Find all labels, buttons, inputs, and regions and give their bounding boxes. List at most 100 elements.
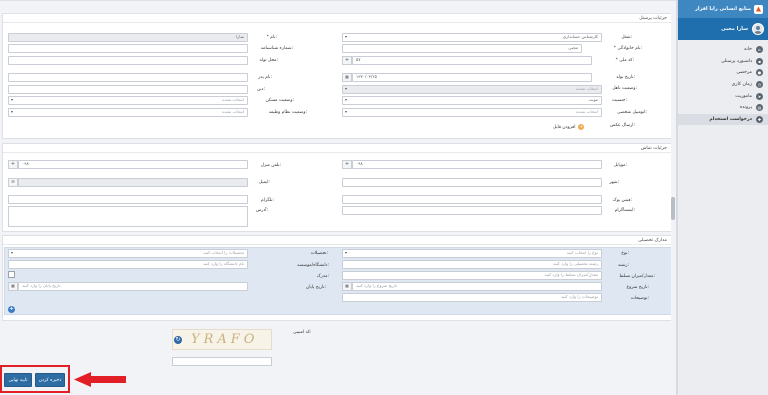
captcha-text: YRAFO: [191, 332, 259, 347]
sidebar-item-label: خانه: [744, 47, 752, 53]
birth-place-label: محل تولد:: [259, 58, 278, 63]
avatar: [752, 23, 764, 35]
end-date-label: تاریخ پایان:: [306, 285, 326, 290]
sidebar-item-worktime[interactable]: زمان کاری ◷: [678, 79, 768, 91]
type-label: نوع:: [621, 251, 629, 256]
brand-name: منابع انسانی رایا افزار: [694, 6, 751, 12]
sidebar-item-hire-request[interactable]: درخواست استخدام ✚: [678, 113, 768, 126]
captcha-input[interactable]: [172, 357, 272, 366]
sidebar-item-leave[interactable]: مرخصی ●: [678, 67, 768, 79]
panel-title: جزئیات پرسنل: [639, 16, 667, 21]
gpa-label: معدل/میزان تسلط:: [619, 274, 655, 279]
end-date-input[interactable]: تاریخ پایان را وارد کنید: [18, 282, 248, 291]
city-input[interactable]: [342, 178, 602, 187]
calendar-icon[interactable]: ▦: [8, 282, 18, 291]
type-select[interactable]: نوع را انتخاب کنید: [342, 249, 602, 258]
first-name-label: * نام:: [266, 35, 277, 40]
calendar-icon[interactable]: ▦: [342, 282, 352, 291]
birth-place-input[interactable]: [8, 56, 248, 65]
field-label: رشته:: [618, 263, 629, 268]
national-code-label: * کد ملی:: [615, 58, 634, 63]
facebook-input[interactable]: [342, 195, 602, 204]
sidebar-item-mission[interactable]: ماموریت ➤: [678, 90, 768, 102]
email-input[interactable]: [18, 178, 248, 187]
occupation-select[interactable]: کارشناس حسابداری: [342, 33, 602, 42]
marital-select[interactable]: انتخاب نشده: [342, 85, 602, 94]
sidebar-item-home[interactable]: خانه ⌂: [678, 44, 768, 56]
captcha-label: کد امنیتی:: [293, 330, 312, 335]
sidebar-item-label: زمان کاری: [731, 82, 752, 88]
photo-label: ارسال عکس:: [609, 123, 635, 128]
father-name-label: نام پدر:: [258, 75, 272, 80]
university-label: دانشگاه/موسسه:: [297, 263, 329, 268]
address-label: آدرس:: [255, 208, 268, 213]
sidebar: منابع انسانی رایا افزار سارا محبی خانه ⌂…: [677, 0, 768, 395]
user-name: سارا محبی: [721, 26, 748, 32]
scrollbar-thumb[interactable]: [671, 197, 675, 220]
captcha-image: YRAFO: [172, 329, 272, 350]
housing-label: وضعیت مسکن:: [265, 98, 294, 103]
home-icon: ⌂: [756, 46, 763, 54]
university-input[interactable]: نام دانشگاه را وارد کنید: [8, 260, 248, 269]
marital-label: وضعیت تاهل:: [612, 86, 637, 91]
religion-input[interactable]: [8, 85, 248, 94]
calendar-icon[interactable]: ▦: [342, 73, 352, 82]
mobile-plus-button[interactable]: +: [342, 160, 352, 169]
brand-header: منابع انسانی رایا افزار: [678, 0, 768, 18]
father-name-input[interactable]: [8, 73, 248, 82]
panel-title: جزئیات تماس: [640, 146, 667, 151]
last-name-input[interactable]: محبی: [342, 44, 582, 53]
gender-label: جنسیت:: [611, 98, 627, 103]
sidebar-item-dashboard[interactable]: داشبورد پرسنلی ▪: [678, 56, 768, 68]
home-phone-label: تلفن منزل:: [260, 163, 281, 168]
leave-icon: ●: [756, 69, 763, 77]
home-phone-plus-button[interactable]: +: [8, 160, 18, 169]
mobile-input[interactable]: ۰۹۸: [352, 160, 602, 169]
email-icon: ✉: [8, 178, 18, 187]
arrow-icon: [74, 372, 126, 387]
confirm-button[interactable]: تایید نهایی: [4, 373, 32, 387]
start-date-label: تاریخ شروع:: [626, 285, 649, 290]
panel-title: مدارک تحصیلی: [638, 238, 667, 243]
degree-select[interactable]: تحصیلات را انتخاب کنید: [8, 249, 248, 258]
main-content: جزئیات پرسنل شغل: کارشناس حسابداری * نام…: [0, 0, 677, 395]
telegram-input[interactable]: [8, 195, 248, 204]
logo-icon: [754, 4, 763, 14]
mobile-label: موبایل:: [613, 163, 627, 168]
certificate-checkbox[interactable]: [8, 271, 15, 278]
national-code-plus-button[interactable]: +: [342, 56, 352, 65]
folder-icon: ▤: [756, 104, 763, 112]
instagram-input[interactable]: [342, 206, 602, 215]
home-phone-input[interactable]: ۰۹۸: [18, 160, 248, 169]
vehicle-select[interactable]: انتخاب نشده: [342, 108, 602, 117]
panel-header: [3, 14, 673, 23]
panel-header: [3, 144, 673, 153]
start-date-input[interactable]: تاریخ شروع را وارد کنید: [352, 282, 602, 291]
degree-label: تحصیلات:: [310, 251, 328, 256]
field-input[interactable]: رشته تحصیلی را وارد کنید: [342, 260, 602, 269]
sidebar-item-label: درخواست استخدام: [709, 116, 752, 122]
user-profile[interactable]: سارا محبی: [678, 18, 768, 40]
description-input[interactable]: توضیحات را وارد کنید: [342, 293, 602, 302]
refresh-icon[interactable]: ↻: [174, 336, 182, 344]
military-select[interactable]: انتخاب نشده: [8, 108, 248, 117]
sidebar-item-label: مرخصی: [736, 70, 752, 76]
sidebar-item-file[interactable]: پرونده ▤: [678, 102, 768, 114]
national-code-input[interactable]: ۵۷: [352, 56, 592, 65]
upload-label: افزودن فایل: [553, 124, 576, 130]
facebook-label: فیس بوک:: [612, 198, 632, 203]
id-number-input[interactable]: [8, 44, 248, 53]
gpa-input[interactable]: معدل/میزان تسلط را وارد کنید: [342, 271, 602, 280]
upload-file-button[interactable]: افزودن فایل +: [553, 124, 585, 130]
add-education-button[interactable]: +: [8, 306, 15, 313]
address-textarea[interactable]: [8, 206, 248, 227]
id-number-label: شماره شناسنامه:: [260, 46, 293, 51]
birth-date-input[interactable]: ۱۳۷۰/۰۳/۲۵: [352, 73, 592, 82]
last-name-label: * نام خانوادگی:: [613, 46, 642, 51]
clock-icon: ◷: [756, 81, 763, 89]
gender-select[interactable]: مونث: [342, 96, 602, 105]
mission-icon: ➤: [756, 92, 763, 100]
first-name-input[interactable]: سارا: [8, 33, 248, 42]
housing-select[interactable]: انتخاب نشده: [8, 96, 248, 105]
save-button[interactable]: ذخیره کردن: [35, 373, 65, 387]
